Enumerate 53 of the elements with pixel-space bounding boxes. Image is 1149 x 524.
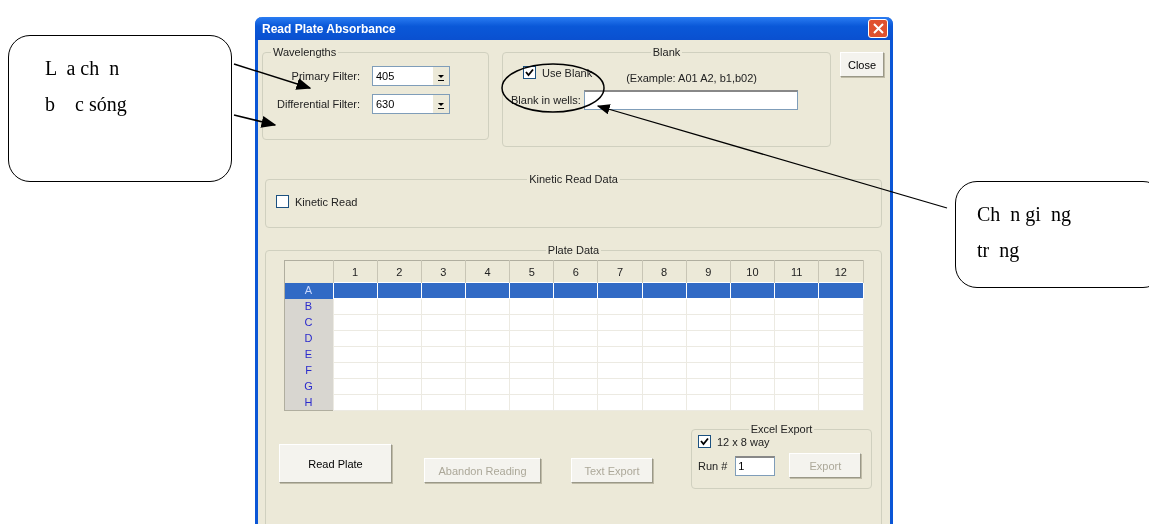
column-header: 7	[597, 260, 643, 283]
callout-text: b c sóng	[45, 92, 128, 118]
column-header: 1	[333, 260, 378, 283]
corner-cell	[284, 260, 333, 283]
window-title: Read Plate Absorbance	[262, 21, 396, 36]
field-label: Primary Filter:	[291, 70, 360, 82]
group-title: Blank	[651, 46, 682, 58]
input-field[interactable]: 1	[735, 455, 776, 476]
close-icon[interactable]	[868, 19, 888, 38]
checkbox-label: Kinetic Read	[295, 195, 358, 208]
callout-text: tr ng	[977, 238, 1021, 264]
checkbox[interactable]	[698, 435, 711, 448]
column-header: 11	[774, 260, 819, 283]
table-cell	[421, 282, 466, 299]
column-header: 2	[377, 260, 422, 283]
action-button[interactable]: Read Plate	[279, 444, 392, 483]
column-header: 3	[421, 260, 466, 283]
group-title: Kinetic Read Data	[528, 173, 619, 185]
column-header: 10	[730, 260, 775, 283]
table-cell	[509, 282, 554, 299]
column-header: 12	[818, 260, 863, 283]
input-field[interactable]	[583, 90, 798, 110]
column-header: 4	[465, 260, 510, 283]
table-cell	[730, 282, 775, 299]
field-label: Blank in wells:	[511, 94, 581, 106]
table-cell	[597, 282, 643, 299]
checkbox-label: 12 x 8 way	[717, 435, 770, 448]
table-cell	[818, 282, 863, 299]
group-title: Excel Export	[749, 423, 814, 435]
close-button[interactable]: Close	[840, 52, 884, 77]
table-cell	[465, 282, 510, 299]
table-cell	[686, 282, 731, 299]
table-cell	[774, 282, 819, 299]
column-header: 6	[553, 260, 598, 283]
table-cell	[377, 282, 422, 299]
group-title: Plate Data	[546, 244, 601, 256]
checkbox[interactable]	[276, 195, 289, 208]
callout-text: L a ch n	[45, 56, 121, 81]
group-title: Wavelengths	[272, 46, 338, 58]
arrow	[233, 114, 277, 128]
table-cell	[642, 282, 687, 299]
column-header: 5	[509, 260, 554, 283]
table-cell	[553, 282, 598, 299]
dropdown[interactable]: 630	[372, 94, 450, 114]
column-header: 8	[642, 260, 687, 283]
callout-text: Ch n gi ng	[977, 202, 1072, 228]
field-label: Run #	[698, 459, 728, 472]
example-text: (Example: A01 A2, b1,b02)	[626, 72, 757, 84]
dropdown[interactable]: 405	[372, 66, 450, 86]
column-header: 9	[686, 260, 731, 283]
checkbox-label: Use Blank	[542, 66, 593, 79]
field-label: Differential Filter:	[277, 98, 360, 110]
table-cell	[333, 282, 378, 299]
